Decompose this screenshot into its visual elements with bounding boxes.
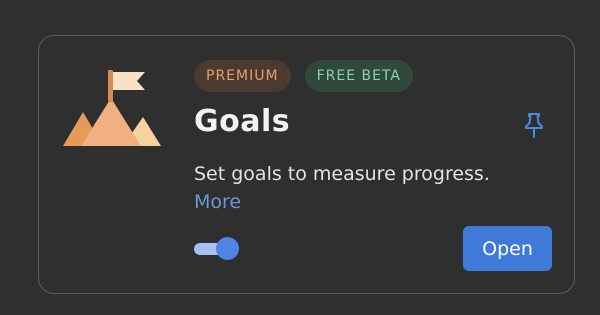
card-title: Goals	[194, 104, 291, 139]
badge-group: PREMIUM FREE BETA	[194, 60, 413, 92]
mountain-flag-icon	[63, 70, 161, 146]
free-beta-badge: FREE BETA	[304, 60, 413, 92]
premium-badge: PREMIUM	[194, 60, 291, 92]
enable-toggle[interactable]	[194, 236, 239, 262]
pin-icon[interactable]	[523, 112, 545, 138]
card-description: Set goals to measure progress.	[194, 163, 490, 185]
toggle-thumb	[216, 237, 239, 260]
goals-card: PREMIUM FREE BETA Goals Set goals to mea…	[38, 35, 575, 294]
open-button[interactable]: Open	[463, 226, 552, 271]
more-link[interactable]: More	[194, 188, 241, 216]
